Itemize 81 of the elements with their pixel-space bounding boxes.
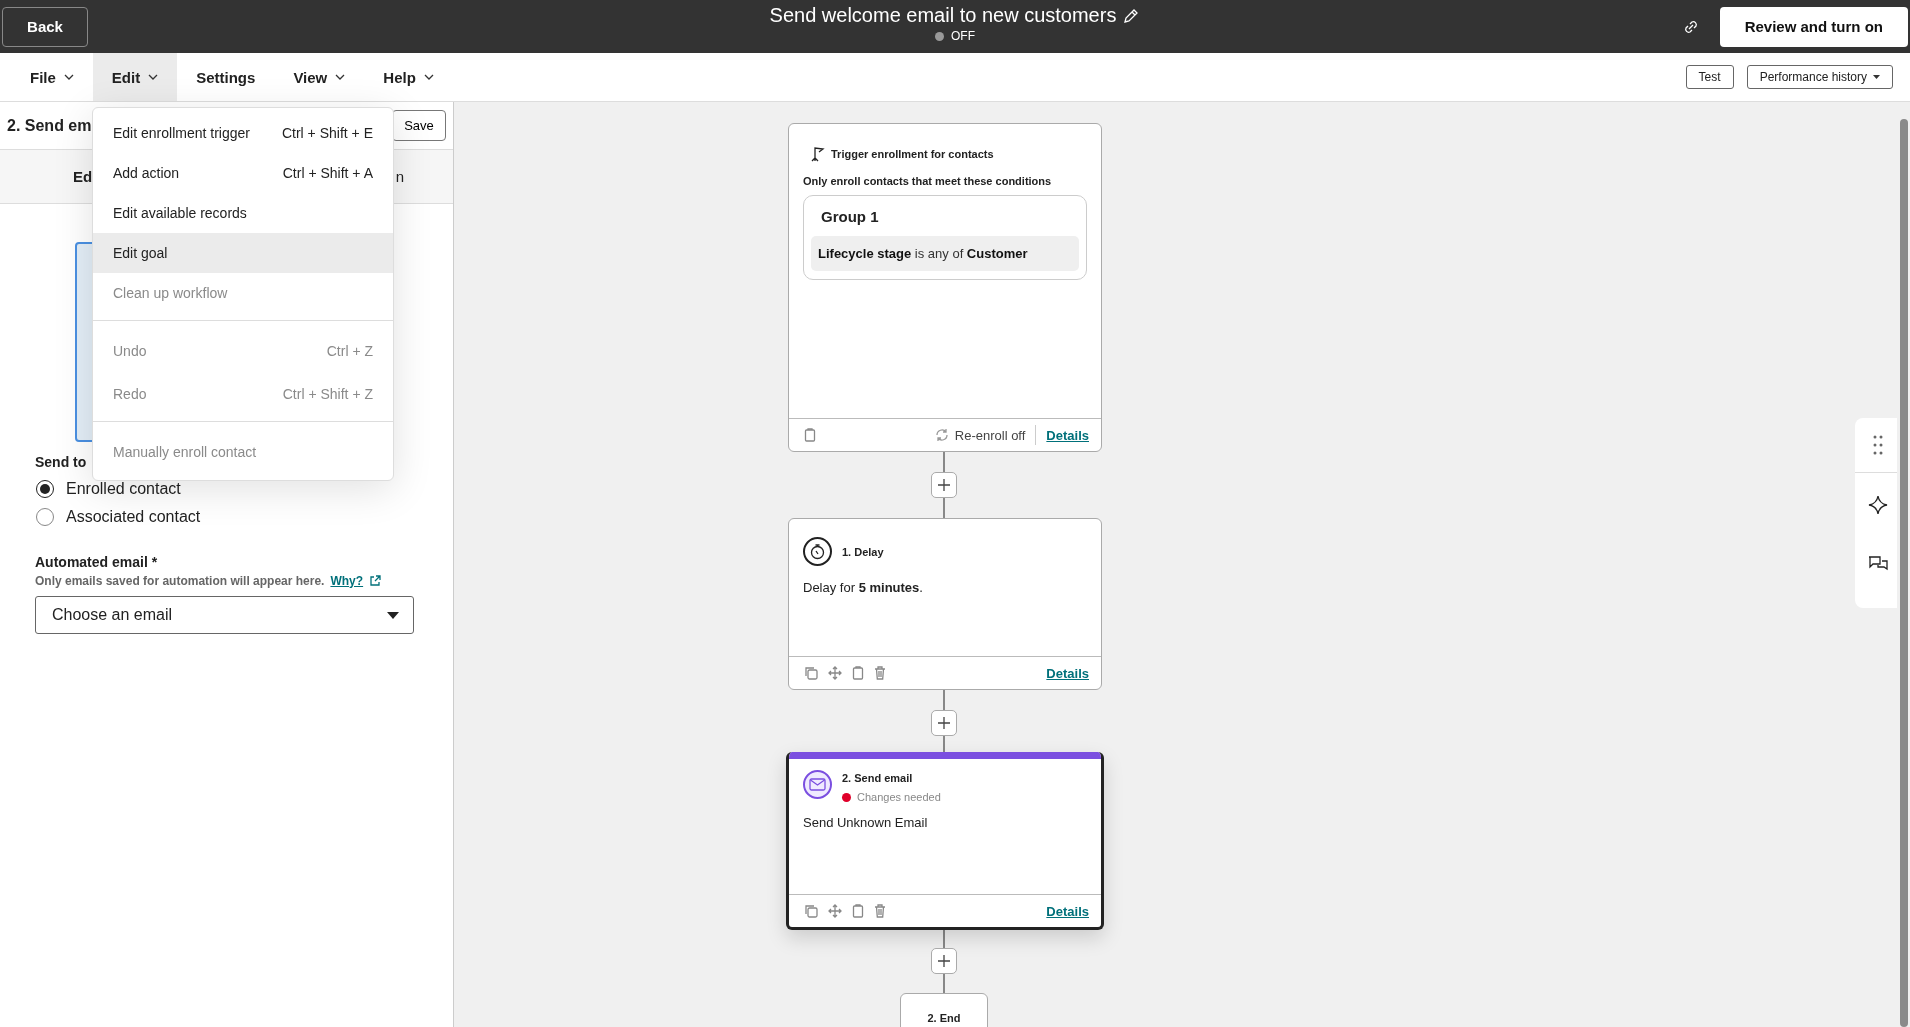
panel-tab[interactable]: n bbox=[395, 168, 404, 185]
clipboard-icon bbox=[852, 904, 864, 918]
flag-icon bbox=[811, 146, 825, 162]
menu-item[interactable]: Edit enrollment trigger Ctrl + Shift + E bbox=[93, 113, 393, 153]
condition-text: Lifecycle stage is any of Customer bbox=[811, 236, 1079, 271]
move-icon bbox=[828, 904, 842, 918]
step-status: Changes needed bbox=[857, 791, 941, 803]
step-description: Delay for 5 minutes. bbox=[803, 580, 924, 595]
menu-item-label: Undo bbox=[113, 343, 147, 359]
error-status-dot bbox=[842, 792, 851, 802]
menu-tab[interactable]: Edit bbox=[92, 53, 178, 101]
back-button[interactable]: Back bbox=[2, 6, 88, 47]
menu-item-label: Add action bbox=[113, 165, 180, 181]
trash-icon bbox=[874, 904, 886, 918]
end-node[interactable]: 2. End bbox=[900, 993, 988, 1027]
details-link[interactable]: Details bbox=[1046, 903, 1089, 919]
menu-item[interactable]: Edit goal bbox=[93, 233, 393, 273]
history-dropdown[interactable]: Performance history bbox=[1746, 65, 1893, 89]
workflow-title: Send welcome email to new customers bbox=[769, 4, 1117, 27]
trigger-description: Only enroll contacts that meet these conditions bbox=[803, 175, 1053, 187]
shortcut-text: Ctrl + Shift + Z bbox=[282, 386, 373, 402]
why-link[interactable]: Why? bbox=[330, 574, 364, 588]
copy-icon bbox=[804, 666, 818, 680]
workflow-status: OFF bbox=[951, 29, 975, 43]
details-link[interactable]: Details bbox=[1046, 427, 1089, 443]
menu-item[interactable]: Add action Ctrl + Shift + A bbox=[93, 153, 393, 193]
send-to-label: Send to bbox=[35, 454, 88, 470]
clipboard-icon bbox=[804, 428, 816, 442]
menu-item-label: Edit goal bbox=[113, 245, 168, 261]
reenroll-status: Re-enroll off bbox=[954, 427, 1026, 443]
chat-icon bbox=[1868, 555, 1888, 573]
automated-email-label: Automated email * bbox=[35, 554, 159, 570]
step-description: Send Unknown Email bbox=[803, 815, 929, 830]
caret-icon bbox=[335, 74, 346, 80]
external-link-icon bbox=[369, 575, 382, 587]
test-button[interactable]: Test bbox=[1685, 65, 1734, 89]
help-text: Only emails saved for automation will appear here. bbox=[35, 574, 325, 588]
shortcut-text: Ctrl + Shift + E bbox=[281, 125, 373, 141]
panel-tab[interactable]: Ed bbox=[73, 168, 93, 185]
caret-icon bbox=[63, 74, 74, 80]
menu-item-label: Manually enroll contact bbox=[113, 444, 257, 460]
save-button[interactable]: Save bbox=[392, 110, 446, 141]
menu-item-label: Clean up workflow bbox=[113, 285, 228, 301]
shortcut-text: Ctrl + Shift + A bbox=[282, 165, 373, 181]
review-and-turn-on-button[interactable]: Review and turn on bbox=[1719, 6, 1908, 47]
plus-icon bbox=[937, 716, 951, 730]
caret-icon bbox=[148, 74, 159, 80]
radio-label: Enrolled contact bbox=[66, 480, 181, 498]
trigger-card[interactable]: Trigger enrollment for contacts Only enroll contacts that meet these conditions Group 1 Lifecycle stage is any of Customer Re-enroll off Details bbox=[788, 123, 1102, 452]
step-title: 1. Delay bbox=[842, 545, 884, 558]
menu-item-label: Redo bbox=[113, 386, 147, 402]
caret-icon bbox=[1873, 75, 1880, 79]
caret-icon bbox=[423, 74, 434, 80]
add-step-button[interactable] bbox=[931, 472, 957, 498]
shortcut-text: Ctrl + Z bbox=[326, 343, 373, 359]
details-link[interactable]: Details bbox=[1046, 665, 1089, 681]
copy-icon bbox=[804, 904, 818, 918]
step-title: 2. Send email bbox=[842, 772, 914, 784]
group-title: Group 1 bbox=[820, 208, 880, 225]
sparkle-icon bbox=[1868, 495, 1888, 515]
drag-handle-icon bbox=[1873, 435, 1883, 455]
add-step-button[interactable] bbox=[931, 948, 957, 974]
trash-icon bbox=[874, 666, 886, 680]
menu-item-label: Edit available records bbox=[113, 205, 247, 221]
caret-icon bbox=[387, 611, 399, 619]
clipboard-icon bbox=[852, 666, 864, 680]
envelope-icon bbox=[803, 770, 832, 799]
stopwatch-icon bbox=[803, 537, 832, 566]
email-card[interactable]: 2. Send email Changes needed Send Unknown Email Details bbox=[786, 752, 1104, 930]
email-dropdown[interactable]: Choose an email bbox=[35, 596, 414, 634]
panel-title: 2. Send em bbox=[7, 116, 92, 135]
trigger-title: Trigger enrollment for contacts bbox=[831, 148, 994, 160]
move-icon bbox=[828, 666, 842, 680]
delay-card[interactable]: 1. Delay Delay for 5 minutes. Details bbox=[788, 518, 1102, 690]
menu-item-label: Edit enrollment trigger bbox=[113, 125, 250, 141]
plus-icon bbox=[937, 954, 951, 968]
plus-icon bbox=[937, 478, 951, 492]
add-step-button[interactable] bbox=[931, 710, 957, 736]
menu-item[interactable]: Edit available records bbox=[93, 193, 393, 233]
refresh-icon bbox=[934, 428, 949, 442]
radio-label: Associated contact bbox=[66, 508, 201, 526]
